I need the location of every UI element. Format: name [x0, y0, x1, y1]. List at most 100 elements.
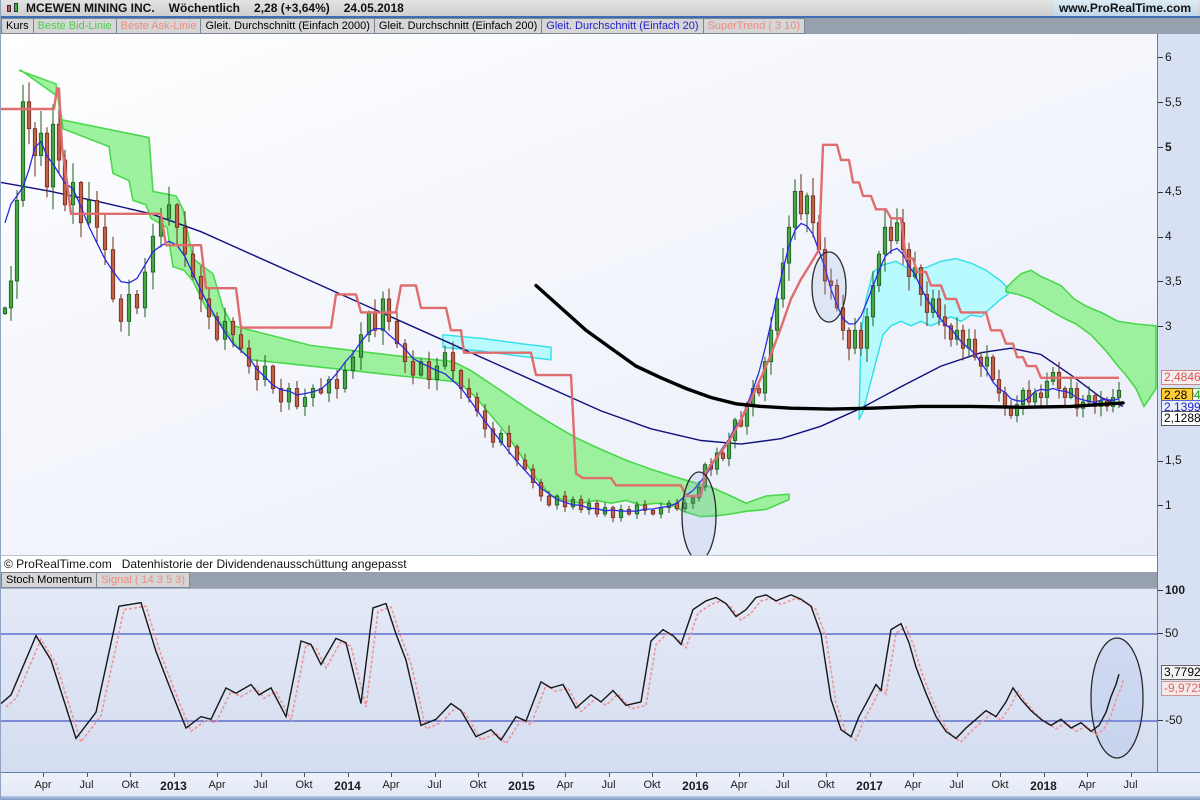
x-tick-20	[913, 773, 914, 777]
x-tick-13	[608, 773, 610, 777]
price-axis[interactable]: 65,554,543,531,5110050-502,48462,28942,2…	[1157, 34, 1200, 772]
x-tick-14	[652, 773, 653, 777]
legend-main-item-5[interactable]: Gleit. Durchschnitt (Einfach 20)	[542, 18, 704, 34]
legend-main-item-0[interactable]: Kurs	[1, 18, 34, 34]
price-tick-5: 5	[1158, 140, 1172, 154]
x-tick-10	[478, 773, 479, 777]
annotation-ellipse-0[interactable]	[681, 471, 717, 555]
prorealtime-link[interactable]: www.ProRealTime.com	[1059, 1, 1191, 15]
x-tick-0	[43, 773, 44, 777]
copyright-row: © ProRealTime.com Datenhistorie der Divi…	[1, 555, 1157, 572]
x-label-Apr-20: Apr	[904, 779, 922, 791]
annotation-ellipse-1[interactable]	[811, 251, 847, 323]
legend-main-item-4[interactable]: Gleit. Durchschnitt (Einfach 200)	[374, 18, 543, 34]
x-tick-24	[1087, 773, 1088, 777]
x-label-Apr-16: Apr	[730, 779, 748, 791]
x-tick-3	[173, 773, 175, 777]
price-tick-1,5: 1,5	[1158, 453, 1182, 467]
legend-stoch-item-0[interactable]: Stoch Momentum	[1, 572, 98, 588]
x-tick-5	[260, 773, 262, 777]
price-tick-4: 4	[1158, 229, 1172, 243]
x-tick-17	[782, 773, 784, 777]
stoch-tick-100: 100	[1158, 583, 1185, 597]
timeframe-label: Wöchentlich	[168, 1, 241, 15]
x-label-Okt-18: Okt	[817, 779, 835, 791]
price-tick-5,5: 5,5	[1158, 95, 1182, 109]
window-bottom-edge	[1, 796, 1200, 800]
main-chart-canvas	[1, 69, 1157, 555]
x-label-Okt-10: Okt	[469, 779, 487, 791]
x-tick-19	[869, 773, 871, 777]
x-label-2016-15: 2016	[682, 779, 709, 793]
x-tick-1	[86, 773, 88, 777]
legend-main-item-3[interactable]: Gleit. Durchschnitt (Einfach 2000)	[201, 18, 375, 34]
legend-main-item-1[interactable]: Beste Bid-Linie	[33, 18, 117, 34]
last-quote: 2,28 (+3,64%)	[254, 1, 330, 15]
x-label-Okt-14: Okt	[643, 779, 661, 791]
legend-main-item-6[interactable]: SuperTrend ( 3 10)	[703, 18, 806, 34]
x-label-Okt-6: Okt	[295, 779, 313, 791]
x-tick-7	[347, 773, 349, 777]
x-label-2015-11: 2015	[508, 779, 535, 793]
x-tick-15	[695, 773, 697, 777]
price-tick-3,5: 3,5	[1158, 274, 1182, 288]
x-tick-23	[1043, 773, 1045, 777]
chart-header: MCEWEN MINING INC. Wöchentlich 2,28 (+3,…	[1, 0, 1200, 18]
x-label-Jul-21: Jul	[949, 779, 964, 791]
x-label-2013-3: 2013	[160, 779, 187, 793]
x-tick-25	[1130, 773, 1132, 777]
cyan-cloud-1	[858, 257, 1009, 421]
x-label-2014-7: 2014	[334, 779, 361, 793]
x-label-Jul-25: Jul	[1123, 779, 1138, 791]
x-tick-8	[391, 773, 392, 777]
x-tick-2	[130, 773, 131, 777]
price-tick-6: 6	[1158, 50, 1172, 64]
main-chart-plot[interactable]	[1, 34, 1157, 555]
x-label-2017-19: 2017	[856, 779, 883, 793]
x-tick-12	[565, 773, 566, 777]
x-label-Okt-22: Okt	[991, 779, 1009, 791]
legend-main-item-2[interactable]: Beste Ask-Linie	[116, 18, 202, 34]
x-label-2018-23: 2018	[1030, 779, 1057, 793]
stoch-value-label: 3,7792	[1161, 665, 1200, 680]
x-tick-4	[217, 773, 218, 777]
prorealtime-window: MCEWEN MINING INC. Wöchentlich 2,28 (+3,…	[0, 0, 1200, 800]
price-tick-1: 1	[1158, 498, 1172, 512]
x-tick-16	[739, 773, 740, 777]
stoch-annotation-ellipse[interactable]	[1090, 637, 1144, 759]
stoch-tick-50: 50	[1158, 626, 1178, 640]
x-label-Apr-0: Apr	[34, 779, 52, 791]
x-label-Okt-2: Okt	[121, 779, 139, 791]
instrument-name: MCEWEN MINING INC.	[26, 1, 155, 15]
x-tick-22	[1000, 773, 1001, 777]
quote-date: 24.05.2018	[343, 1, 404, 15]
copyright-source: © ProRealTime.com	[4, 557, 112, 571]
x-label-Apr-4: Apr	[208, 779, 226, 791]
x-tick-9	[434, 773, 436, 777]
main-chart-legend: Kurs Beste Bid-Linie Beste Ask-Linie Gleit.…	[1, 18, 1200, 34]
stoch-momentum-line	[1, 594, 1120, 742]
dividend-note: Datenhistorie der Dividendenausschüttung…	[121, 557, 407, 571]
green-cloud-1	[452, 360, 790, 518]
ma200-value-label: 2,1288	[1161, 411, 1200, 426]
price-tick-3: 3	[1158, 319, 1172, 333]
x-label-Jul-17: Jul	[775, 779, 790, 791]
x-label-Jul-13: Jul	[601, 779, 616, 791]
x-label-Apr-12: Apr	[556, 779, 574, 791]
price-tick-4,5: 4,5	[1158, 184, 1182, 198]
green-cloud-0	[18, 69, 454, 383]
x-label-Jul-9: Jul	[427, 779, 442, 791]
time-axis[interactable]: Apr Jul Okt 2013 Apr Jul Okt 2014 Apr Jul Okt 2015 A…	[1, 772, 1200, 796]
stoch-tick--50: -50	[1158, 713, 1182, 727]
legend-stoch-item-1[interactable]: Signal ( 14 3 5 3)	[97, 572, 190, 588]
stoch-panel-plot[interactable]	[1, 588, 1157, 772]
signal-value-label: -9,9725	[1161, 681, 1200, 696]
x-label-Jul-5: Jul	[253, 779, 268, 791]
x-label-Apr-24: Apr	[1078, 779, 1096, 791]
x-tick-11	[521, 773, 523, 777]
stoch-canvas	[1, 594, 1157, 759]
x-label-Apr-8: Apr	[382, 779, 400, 791]
x-tick-21	[956, 773, 958, 777]
x-tick-18	[826, 773, 827, 777]
x-tick-6	[304, 773, 305, 777]
